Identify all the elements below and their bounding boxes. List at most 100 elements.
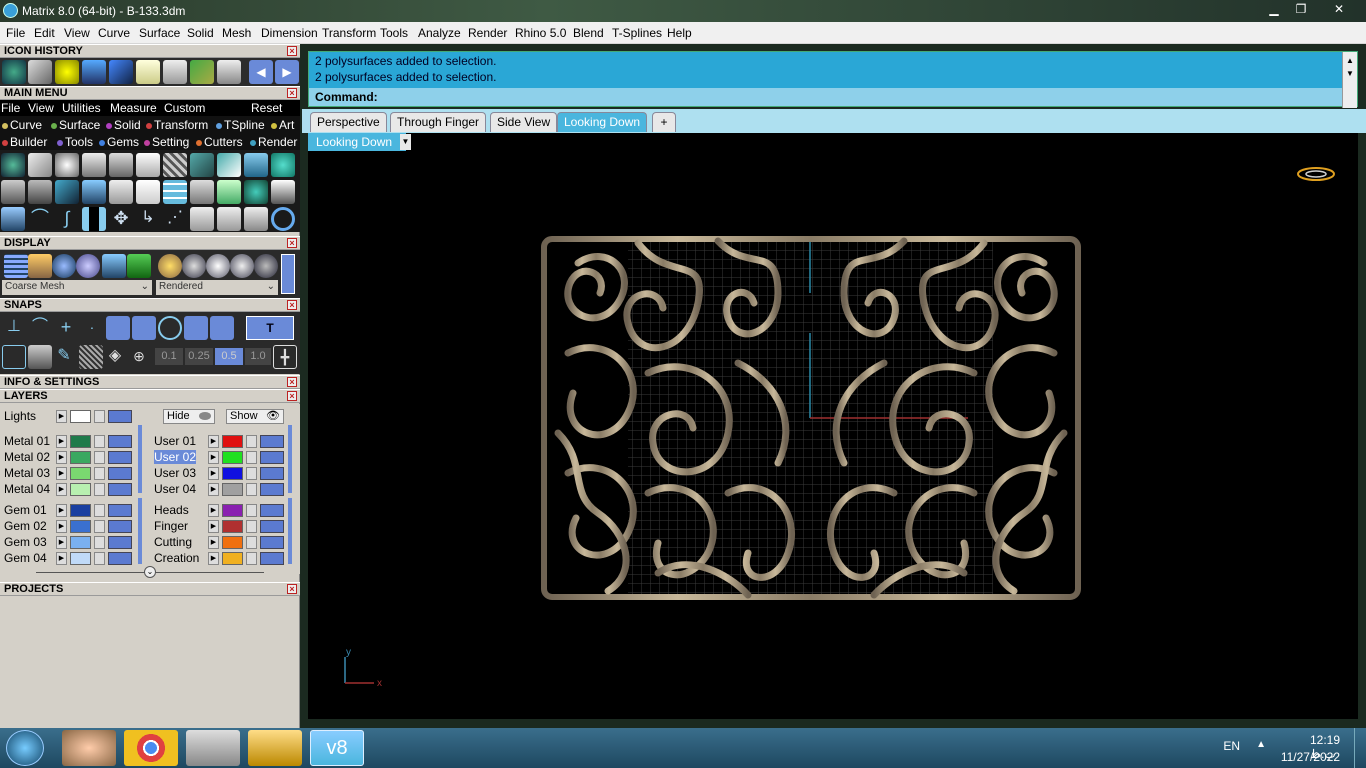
close-button[interactable]: ✕: [1324, 0, 1354, 18]
cone-tool-icon[interactable]: [109, 153, 133, 177]
wave-tool-icon[interactable]: [190, 153, 214, 177]
layer-color-swatch[interactable]: [70, 451, 91, 464]
visibility-toggle[interactable]: [260, 520, 284, 533]
globe-tool-icon[interactable]: [271, 153, 295, 177]
layer-row[interactable]: Heads ▶: [154, 503, 289, 518]
layer-row[interactable]: Gem 04 ▶: [4, 551, 139, 566]
start-button-icon[interactable]: [6, 730, 44, 766]
play-icon[interactable]: ▶: [56, 504, 67, 517]
lock-icon[interactable]: [246, 483, 257, 496]
silver-material-icon[interactable]: [182, 254, 206, 278]
viewport-looking-down[interactable]: Looking Down ▼ y x: [308, 133, 1358, 719]
grid-tool-icon[interactable]: [163, 180, 187, 204]
close-icon[interactable]: ×: [287, 391, 297, 401]
visibility-toggle[interactable]: [108, 504, 132, 517]
ring-tool-icon[interactable]: [1, 180, 25, 204]
snap-value-0.1[interactable]: 0.1: [155, 348, 183, 365]
menu-edit[interactable]: Edit: [34, 26, 55, 40]
layer-color-swatch[interactable]: [222, 520, 243, 533]
snap-value-0.5[interactable]: 0.5: [215, 348, 243, 365]
play-icon[interactable]: ▶: [56, 520, 67, 533]
visibility-toggle[interactable]: [108, 536, 132, 549]
rotate-tool-icon[interactable]: ↳: [136, 207, 160, 231]
paint-taskbar-icon[interactable]: [62, 730, 116, 766]
box-snap-icon[interactable]: [28, 345, 52, 369]
document-tool-icon[interactable]: [109, 180, 133, 204]
visibility-toggle[interactable]: [108, 435, 132, 448]
layer-row[interactable]: Metal 02 ▶: [4, 450, 139, 465]
clip-tool-icon[interactable]: [55, 180, 79, 204]
lock-icon[interactable]: [94, 451, 105, 464]
lock-icon[interactable]: [94, 483, 105, 496]
layer-color-swatch[interactable]: [70, 504, 91, 517]
mirror-tool-icon[interactable]: [82, 207, 106, 231]
lock-icon[interactable]: [246, 451, 257, 464]
visibility-toggle[interactable]: [108, 410, 132, 423]
cat-gems[interactable]: Gems: [99, 135, 139, 149]
layer-row[interactable]: Gem 02 ▶: [4, 519, 139, 534]
boolean-tool-icon[interactable]: [217, 207, 241, 231]
layer-row[interactable]: Cutting ▶: [154, 535, 289, 550]
layer-color-swatch[interactable]: [222, 451, 243, 464]
sphere-tool-icon[interactable]: [244, 180, 268, 204]
forward-arrow-icon[interactable]: ▶: [275, 60, 299, 84]
show-hidden-icons-icon[interactable]: ▲: [1256, 739, 1266, 750]
visibility-toggle[interactable]: [260, 435, 284, 448]
cat-builder[interactable]: Builder: [2, 135, 47, 149]
restore-button[interactable]: ❐: [1289, 0, 1313, 18]
mm-reset[interactable]: Reset: [251, 101, 282, 115]
grid-snap-icon[interactable]: [2, 345, 26, 369]
play-icon[interactable]: ▶: [56, 435, 67, 448]
layer-color-swatch[interactable]: [70, 483, 91, 496]
quad-snap-icon[interactable]: [158, 316, 182, 340]
logo-tool-icon[interactable]: [136, 180, 160, 204]
play-icon[interactable]: ▶: [56, 451, 67, 464]
check-tool-icon[interactable]: [109, 60, 133, 84]
end-snap-icon[interactable]: ⊥: [2, 316, 26, 340]
layer-color-swatch[interactable]: [222, 504, 243, 517]
bail-tool-icon[interactable]: [28, 180, 52, 204]
lock-icon[interactable]: [94, 536, 105, 549]
layer-row[interactable]: User 02 ▶: [154, 450, 289, 465]
mid-snap-icon[interactable]: [106, 316, 130, 340]
layer-row[interactable]: Gem 01 ▶: [4, 503, 139, 518]
close-icon[interactable]: ×: [287, 46, 297, 56]
lock-icon[interactable]: [163, 60, 187, 84]
play-icon[interactable]: ▶: [208, 504, 219, 517]
cat-transform[interactable]: Transform: [146, 118, 208, 132]
tab-side-view[interactable]: Side View: [490, 112, 558, 132]
cubes-tool-icon[interactable]: [1, 207, 25, 231]
light-tool-icon[interactable]: [55, 153, 79, 177]
mm-view[interactable]: View: [28, 101, 54, 115]
visibility-toggle[interactable]: [108, 552, 132, 565]
lock-icon[interactable]: [94, 552, 105, 565]
cat-tspline[interactable]: TSpline: [216, 118, 265, 132]
matrix-logo-icon[interactable]: [2, 60, 26, 84]
ortho-snap-toggle[interactable]: T: [246, 316, 294, 340]
sculpt-tool-icon[interactable]: [217, 153, 241, 177]
menu-mesh[interactable]: Mesh: [222, 26, 251, 40]
center-snap-icon[interactable]: [132, 316, 156, 340]
show-desktop-button[interactable]: [1354, 728, 1366, 768]
matrix-logo-icon[interactable]: [1, 153, 25, 177]
layer-color-swatch[interactable]: [222, 467, 243, 480]
lock-icon[interactable]: [94, 435, 105, 448]
layer-row[interactable]: Metal 01 ▶: [4, 434, 139, 449]
lock-icon[interactable]: [94, 520, 105, 533]
menu-help[interactable]: Help: [667, 26, 692, 40]
close-icon[interactable]: ×: [287, 377, 297, 387]
mm-custom[interactable]: Custom: [164, 101, 205, 115]
menu-blend[interactable]: Blend: [573, 26, 604, 40]
select-tool-icon[interactable]: [28, 153, 52, 177]
layer-row[interactable]: User 03 ▶: [154, 466, 289, 481]
visibility-toggle[interactable]: [108, 520, 132, 533]
cat-cutters[interactable]: Cutters: [196, 135, 243, 149]
add-tab-button[interactable]: +: [652, 112, 676, 132]
scene-icon[interactable]: [102, 254, 126, 278]
wireframe-icon[interactable]: [4, 254, 28, 278]
cat-render[interactable]: Render: [250, 135, 297, 149]
minimize-button[interactable]: ▁: [1262, 0, 1286, 18]
gold-material-icon[interactable]: [158, 254, 182, 278]
visibility-toggle[interactable]: [260, 504, 284, 517]
matte-material-icon[interactable]: [254, 254, 278, 278]
